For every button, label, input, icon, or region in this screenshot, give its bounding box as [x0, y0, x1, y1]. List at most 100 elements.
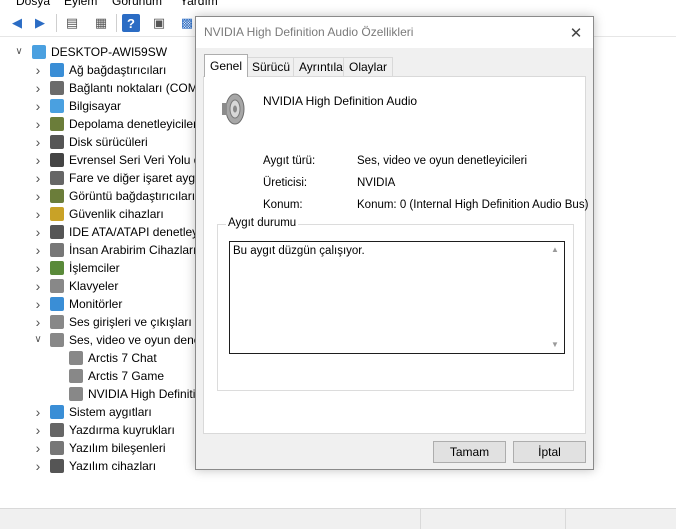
- tree-item-label: Disk sürücüleri: [69, 135, 148, 149]
- processor-icon: [50, 261, 64, 275]
- tree-item-label: Fare ve diğer işaret aygıt: [69, 171, 200, 185]
- tree-item-label: Sistem aygıtları: [69, 405, 152, 419]
- tab-driver[interactable]: Sürücü: [246, 57, 297, 76]
- device-status-legend: Aygıt durumu: [226, 217, 299, 229]
- tab-events[interactable]: Olaylar: [343, 57, 394, 76]
- disk-drive-icon: [50, 135, 64, 149]
- chevron-right-icon[interactable]: ›: [33, 187, 43, 205]
- port-icon: [50, 81, 64, 95]
- tree-item-label: Arctis 7 Chat: [88, 351, 157, 365]
- speaker-icon: [50, 315, 64, 329]
- forward-arrow-icon[interactable]: ▶: [31, 14, 49, 32]
- tree-item-label: İnsan Arabirim Cihazları: [69, 243, 197, 257]
- chevron-right-icon[interactable]: ›: [33, 403, 43, 421]
- tree-item-label: Görüntü bağdaştırıcıları: [69, 189, 196, 203]
- menu-help[interactable]: Yardım: [180, 0, 218, 8]
- tree-item-label: Arctis 7 Game: [88, 369, 165, 383]
- chevron-right-icon[interactable]: ›: [33, 439, 43, 457]
- network-adapter-icon: [50, 63, 64, 77]
- printer-icon: [50, 423, 64, 437]
- device-type-value: Ses, video ve oyun denetleyicileri: [357, 155, 528, 167]
- system-device-icon: [50, 405, 64, 419]
- tree-item-label: IDE ATA/ATAPI denetleyi: [69, 225, 200, 239]
- chevron-right-icon[interactable]: ›: [33, 61, 43, 79]
- properties-dialog: NVIDIA High Definition Audio Özellikleri…: [195, 16, 594, 470]
- chevron-right-icon[interactable]: ›: [33, 97, 43, 115]
- tree-item-label: İşlemciler: [69, 261, 120, 275]
- chevron-right-icon[interactable]: ›: [33, 241, 43, 259]
- tree-root-label: DESKTOP-AWI59SW: [51, 45, 168, 59]
- location-value: Konum: 0 (Internal High Definition Audio…: [357, 199, 589, 211]
- chevron-right-icon[interactable]: ›: [33, 295, 43, 313]
- close-icon[interactable]: ✕: [559, 17, 593, 48]
- security-key-icon: [50, 207, 64, 221]
- device-status-textbox[interactable]: Bu aygıt düzgün çalışıyor. ▲ ▼: [229, 241, 565, 354]
- help-icon[interactable]: ?: [122, 14, 140, 32]
- chevron-right-icon[interactable]: ›: [33, 313, 43, 331]
- tree-item-label: Klavyeler: [69, 279, 119, 293]
- chevron-right-icon[interactable]: ›: [33, 133, 43, 151]
- speaker-icon: [50, 333, 64, 347]
- speaker-icon: [222, 93, 245, 125]
- manufacturer-label: Üreticisi:: [263, 177, 308, 189]
- properties-icon[interactable]: ▦: [92, 14, 110, 32]
- tree-item-label: Yazdırma kuyrukları: [69, 423, 175, 437]
- software-component-icon: [50, 441, 64, 455]
- menu-file[interactable]: Dosya: [16, 0, 50, 8]
- menu-view[interactable]: Görünüm: [112, 0, 162, 8]
- view-icon[interactable]: ▣: [150, 14, 168, 32]
- monitor-icon: [50, 297, 64, 311]
- chevron-right-icon[interactable]: ›: [33, 277, 43, 295]
- scan-hardware-icon[interactable]: ▩: [178, 14, 196, 32]
- device-status-group: Aygıt durumu Bu aygıt düzgün çalışıyor. …: [217, 217, 574, 391]
- chevron-right-icon[interactable]: ›: [33, 457, 43, 475]
- tree-item-label: Yazılım bileşenleri: [69, 441, 166, 455]
- toolbar-separator: [116, 14, 117, 32]
- chevron-right-icon[interactable]: ›: [33, 151, 43, 169]
- scroll-up-icon[interactable]: ▲: [550, 245, 560, 255]
- chevron-right-icon[interactable]: ›: [33, 223, 43, 241]
- manufacturer-value: NVIDIA: [357, 177, 396, 189]
- tree-item-label: Yazılım cihazları: [69, 459, 157, 473]
- speaker-icon: [69, 387, 83, 401]
- computer-icon: [32, 45, 46, 59]
- tree-item-label: Ağ bağdaştırıcıları: [69, 63, 167, 77]
- hid-icon: [50, 243, 64, 257]
- tree-item-label: Bilgisayar: [69, 99, 122, 113]
- chevron-right-icon[interactable]: ›: [33, 421, 43, 439]
- tree-item-label: Bağlantı noktaları (COM: [69, 81, 198, 95]
- device-status-text: Bu aygıt düzgün çalışıyor.: [233, 245, 365, 257]
- chevron-right-icon[interactable]: ›: [33, 169, 43, 187]
- tree-item-label: Evrensel Seri Veri Yolu de: [69, 153, 200, 167]
- chevron-right-icon[interactable]: ›: [33, 115, 43, 133]
- chevron-right-icon[interactable]: ›: [33, 259, 43, 277]
- computer-icon: [50, 99, 64, 113]
- device-type-label: Aygıt türü:: [263, 155, 316, 167]
- tree-item-label: Depolama denetleyiciler: [69, 117, 198, 131]
- general-tab-panel: NVIDIA High Definition Audio Aygıt türü:…: [203, 76, 589, 434]
- dialog-title: NVIDIA High Definition Audio Özellikleri: [204, 25, 414, 39]
- scroll-down-icon[interactable]: ▼: [550, 340, 560, 350]
- chevron-down-icon[interactable]: ∨: [33, 331, 43, 349]
- chevron-down-icon[interactable]: ∨: [14, 43, 24, 61]
- speaker-icon: [69, 351, 83, 365]
- back-arrow-icon[interactable]: ◀: [8, 14, 26, 32]
- ok-button[interactable]: Tamam: [433, 441, 506, 463]
- tree-view-icon[interactable]: ▤: [63, 14, 81, 32]
- mouse-icon: [50, 171, 64, 185]
- ide-icon: [50, 225, 64, 239]
- tab-general[interactable]: Genel: [204, 54, 249, 77]
- tree-item-label: NVIDIA High Definiti: [88, 387, 196, 401]
- cancel-button[interactable]: İptal: [513, 441, 586, 463]
- tree-item-label: Monitörler: [69, 297, 123, 311]
- menu-bar: Dosya Eylem Görünüm Yardım: [0, 0, 676, 8]
- dialog-titlebar[interactable]: NVIDIA High Definition Audio Özellikleri…: [196, 17, 593, 48]
- chevron-right-icon[interactable]: ›: [33, 205, 43, 223]
- chevron-right-icon[interactable]: ›: [33, 79, 43, 97]
- menu-action[interactable]: Eylem: [64, 0, 97, 8]
- speaker-icon: [69, 369, 83, 383]
- tree-item-label: Ses, video ve oyun dene: [69, 333, 200, 347]
- status-bar: [0, 508, 676, 529]
- status-bar-segment: [420, 509, 421, 529]
- device-tree: ∨ DESKTOP-AWI59SW › Ağ bağdaştırıcıları › B…: [0, 43, 200, 503]
